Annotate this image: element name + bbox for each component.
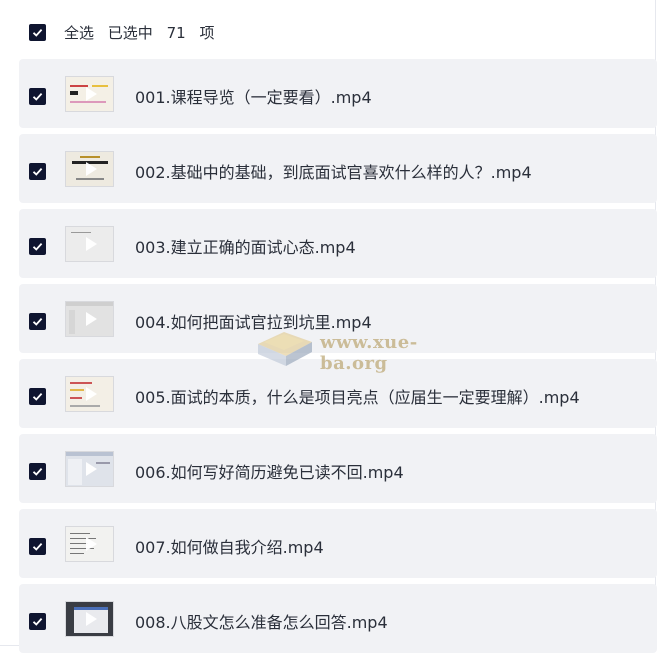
file-row[interactable]: 005.面试的本质，什么是项目亮点（应届生一定要理解）.mp4 [19, 359, 657, 428]
checkmark-icon [32, 392, 43, 401]
checkmark-icon [32, 467, 43, 476]
selected-prefix: 已选中 [107, 24, 153, 42]
file-checkbox[interactable] [29, 163, 46, 180]
play-icon [85, 237, 97, 251]
selected-count: 71 [166, 24, 186, 42]
video-thumbnail [65, 526, 114, 562]
video-thumbnail [65, 76, 114, 112]
selection-summary: 全选 已选中 71 项 [64, 22, 223, 43]
file-row[interactable]: 006.如何写好简历避免已读不回.mp4 [19, 434, 657, 503]
file-checkbox[interactable] [29, 238, 46, 255]
select-all-bar: 全选 已选中 71 项 [0, 0, 657, 60]
play-icon [85, 462, 97, 476]
video-thumbnail [65, 226, 114, 262]
checkmark-icon [32, 28, 43, 37]
select-all-checkbox[interactable] [29, 24, 46, 41]
video-thumbnail [65, 151, 114, 187]
checkmark-icon [32, 617, 43, 626]
checkmark-icon [32, 542, 43, 551]
checkmark-icon [32, 242, 43, 251]
play-icon [85, 387, 97, 401]
file-name[interactable]: 004.如何把面试官拉到坑里.mp4 [135, 309, 372, 333]
play-icon [85, 87, 97, 101]
file-name[interactable]: 005.面试的本质，什么是项目亮点（应届生一定要理解）.mp4 [135, 384, 580, 408]
file-row[interactable]: 007.如何做自我介绍.mp4 [19, 509, 657, 578]
play-icon [85, 162, 97, 176]
file-name[interactable]: 006.如何写好简历避免已读不回.mp4 [135, 459, 404, 483]
video-thumbnail [65, 601, 114, 637]
video-thumbnail [65, 376, 114, 412]
file-checkbox[interactable] [29, 463, 46, 480]
video-thumbnail [65, 451, 114, 487]
file-row[interactable]: 001.课程导览（一定要看）.mp4 [19, 59, 657, 128]
selected-suffix: 项 [199, 24, 215, 42]
play-icon [85, 312, 97, 326]
checkmark-icon [32, 92, 43, 101]
file-checkbox[interactable] [29, 88, 46, 105]
file-checkbox[interactable] [29, 313, 46, 330]
file-row[interactable]: 004.如何把面试官拉到坑里.mp4 [19, 284, 657, 353]
file-row[interactable]: 003.建立正确的面试心态.mp4 [19, 209, 657, 278]
checkmark-icon [32, 317, 43, 326]
file-row[interactable]: 008.八股文怎么准备怎么回答.mp4 [19, 584, 657, 653]
video-thumbnail [65, 301, 114, 337]
file-checkbox[interactable] [29, 388, 46, 405]
file-row[interactable]: 002.基础中的基础，到底面试官喜欢什么样的人？.mp4 [19, 134, 657, 203]
file-checkbox[interactable] [29, 613, 46, 630]
file-name[interactable]: 002.基础中的基础，到底面试官喜欢什么样的人？.mp4 [135, 159, 532, 183]
file-name[interactable]: 001.课程导览（一定要看）.mp4 [135, 84, 372, 108]
file-name[interactable]: 007.如何做自我介绍.mp4 [135, 534, 324, 558]
file-checkbox[interactable] [29, 538, 46, 555]
file-name[interactable]: 008.八股文怎么准备怎么回答.mp4 [135, 609, 388, 633]
play-icon [85, 612, 97, 626]
checkmark-icon [32, 167, 43, 176]
play-icon [85, 537, 97, 551]
file-name[interactable]: 003.建立正确的面试心态.mp4 [135, 234, 356, 258]
select-all-label[interactable]: 全选 [64, 24, 94, 42]
